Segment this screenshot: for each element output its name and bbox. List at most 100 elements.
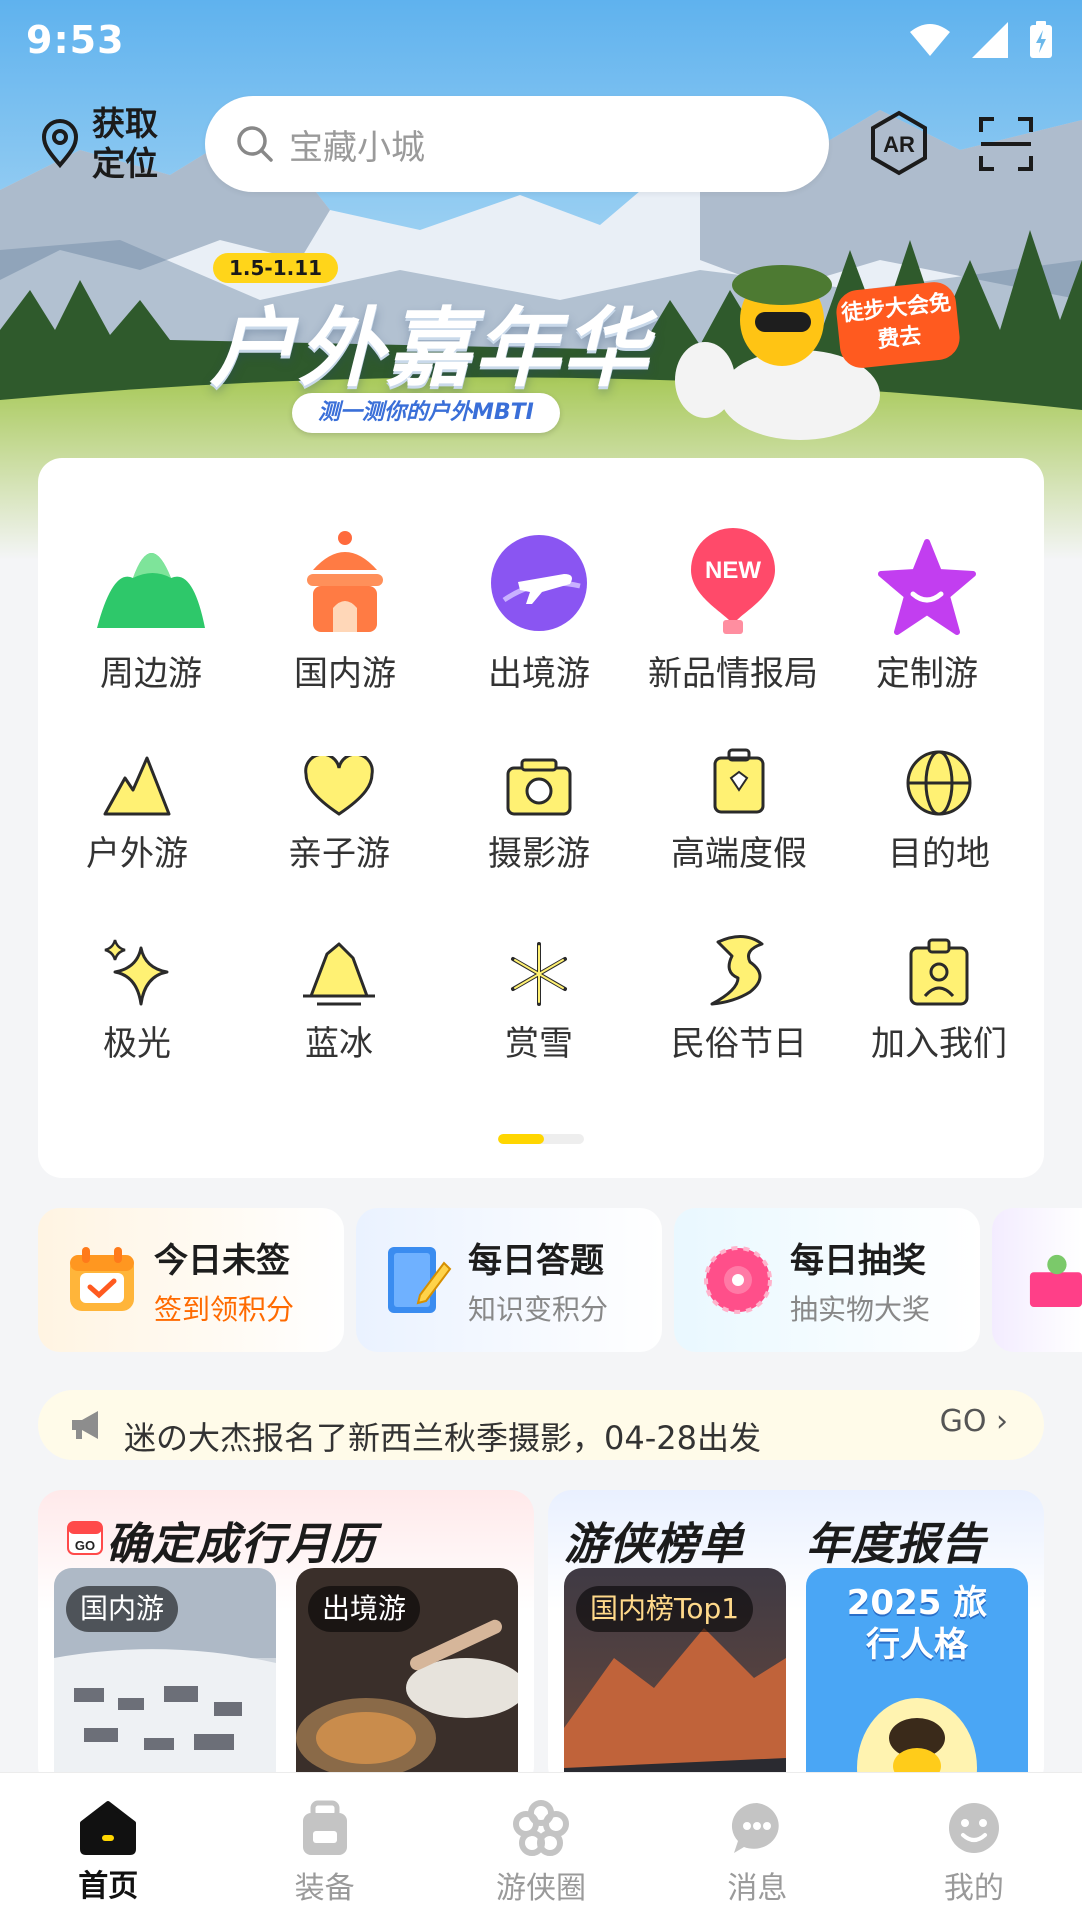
banner-subtitle[interactable]: 测一测你的户外MBTI — [292, 393, 560, 433]
quick-subtitle: 抽实物大奖 — [790, 1292, 931, 1326]
calendar-go-icon: GO — [67, 1521, 103, 1555]
calendar-item-domestic[interactable]: 国内游 — [54, 1568, 276, 1790]
category-label: 摄影游 — [488, 834, 590, 874]
tab-label: 首页 — [78, 1869, 139, 1904]
tab-gear[interactable]: 装备 — [216, 1773, 432, 1922]
rank-top1-item[interactable]: 国内榜Top1 — [564, 1568, 786, 1790]
page-indicator — [498, 1134, 584, 1144]
quick-title: 每日答题 — [468, 1240, 604, 1281]
category-label: 户外游 — [86, 834, 188, 874]
quick-subtitle: 知识变积分 — [468, 1292, 609, 1326]
camera-icon — [506, 758, 572, 816]
category-luxury-vacation[interactable]: 高端度假 — [644, 746, 834, 875]
calendar-card[interactable]: GO 确定成行月历 国内游 出境游 — [38, 1490, 534, 1790]
quick-text: 今日未签 签到领积分 — [154, 1233, 294, 1328]
new-balloon-icon: NEW — [691, 528, 775, 634]
category-label: 高端度假 — [671, 834, 807, 874]
luggage-icon — [713, 748, 765, 814]
status-bar: 9:53 — [0, 0, 1082, 80]
status-icons — [908, 20, 1054, 60]
scan-icon[interactable] — [978, 116, 1034, 172]
category-new-arrivals[interactable]: NEW 新品情报局 — [638, 524, 828, 695]
search-row: 获取定位 宝藏小城 AR — [0, 96, 1082, 196]
tab-messages[interactable]: 消息 — [649, 1773, 865, 1922]
tab-home[interactable]: 首页 — [0, 1773, 216, 1922]
activity-notice[interactable]: 迷の大杰报名了新西兰秋季摄影，04-28出发 GO › — [38, 1390, 1044, 1460]
category-aurora[interactable]: 极光 — [42, 936, 232, 1065]
rank-tag: 国内榜Top1 — [576, 1586, 754, 1632]
quick-daily-lottery[interactable]: 每日抽奖 抽实物大奖 — [674, 1208, 980, 1352]
quick-title: 今日未签 — [154, 1240, 290, 1281]
tab-ranger-circle[interactable]: 游侠圈 — [433, 1773, 649, 1922]
category-outdoor-tour[interactable]: 户外游 — [42, 746, 232, 875]
location-button[interactable]: 获取定位 — [40, 104, 172, 184]
report-art-text: 2025 旅行人格 — [846, 1583, 988, 1665]
annual-report-item[interactable]: 2025 旅行人格 — [806, 1568, 1028, 1790]
category-label: 民俗节日 — [671, 1024, 807, 1064]
quick-daily-quiz[interactable]: 每日答题 知识变积分 — [356, 1208, 662, 1352]
category-custom-tour[interactable]: 定制游 — [832, 524, 1022, 695]
tab-profile[interactable]: 我的 — [866, 1773, 1082, 1922]
star-smile-icon — [878, 539, 976, 635]
category-destination[interactable]: 目的地 — [844, 746, 1034, 875]
iceberg-icon — [303, 942, 375, 1006]
gift-bag-icon — [1029, 1254, 1082, 1307]
snowflake-icon — [511, 942, 567, 1006]
category-join-us[interactable]: 加入我们 — [844, 936, 1034, 1065]
category-photography-tour[interactable]: 摄影游 — [444, 746, 634, 875]
category-label: 定制游 — [876, 654, 978, 694]
location-label: 获取定位 — [92, 104, 158, 183]
category-domestic-tour[interactable]: 国内游 — [250, 524, 440, 695]
category-snow-viewing[interactable]: 赏雪 — [444, 936, 634, 1065]
quick-subtitle: 签到领积分 — [154, 1292, 295, 1326]
category-grid: 周边游 国内游 出境游 NEW 新品情报局 定制游 户外游 亲子游 摄影游 高端… — [38, 458, 1044, 1178]
temple-icon — [307, 531, 383, 632]
category-label: 亲子游 — [288, 834, 390, 874]
search-input[interactable]: 宝藏小城 — [205, 96, 829, 192]
home-icon — [80, 1801, 137, 1855]
rank-card-title: 游侠榜单 — [564, 1519, 744, 1570]
mountain-green-icon — [97, 553, 205, 628]
quick-gift-partial[interactable] — [992, 1208, 1082, 1352]
quick-text: 每日抽奖 抽实物大奖 — [790, 1233, 930, 1328]
location-pin-icon — [41, 119, 79, 169]
bottom-tab-bar: 首页 装备 游侠圈 消息 我的 — [0, 1772, 1082, 1922]
badge-icon — [909, 938, 969, 1006]
category-label: 目的地 — [888, 834, 990, 874]
calendar-card-title: 确定成行月历 — [106, 1519, 376, 1570]
notice-go-button[interactable]: GO › — [940, 1404, 1008, 1439]
notice-go-label: GO — [939, 1404, 987, 1439]
report-card-title: 年度报告 — [806, 1519, 986, 1570]
globe-icon — [906, 750, 972, 816]
category-outbound-tour[interactable]: 出境游 — [444, 524, 634, 695]
quick-sign-in[interactable]: 今日未签 签到领积分 — [38, 1208, 344, 1352]
backpack-icon — [302, 1800, 347, 1855]
category-label: 蓝冰 — [305, 1024, 373, 1064]
svg-text:GO: GO — [75, 1538, 95, 1553]
calendar-item-outbound[interactable]: 出境游 — [296, 1568, 518, 1790]
category-family-tour[interactable]: 亲子游 — [244, 746, 434, 875]
tab-label: 装备 — [294, 1871, 355, 1906]
rank-report-card: 游侠榜单 年度报告 国内榜Top1 2025 旅行人格 — [548, 1490, 1044, 1790]
megaphone-icon — [72, 1411, 98, 1439]
category-folk-festival[interactable]: 民俗节日 — [644, 935, 834, 1065]
ar-icon[interactable]: AR — [866, 110, 932, 176]
search-placeholder: 宝藏小城 — [289, 127, 425, 168]
mountain-yellow-icon — [103, 756, 171, 816]
category-label: 周边游 — [100, 654, 202, 694]
plane-icon — [491, 535, 587, 631]
svg-text:AR: AR — [883, 132, 915, 157]
tab-label: 消息 — [727, 1871, 788, 1906]
chevron-right-icon: › — [986, 1404, 1008, 1439]
category-blue-ice[interactable]: 蓝冰 — [244, 936, 434, 1065]
quick-text: 每日答题 知识变积分 — [468, 1233, 608, 1328]
category-label: 极光 — [103, 1024, 171, 1064]
notebook-pen-icon — [388, 1247, 452, 1313]
category-nearby-tour[interactable]: 周边游 — [56, 524, 246, 695]
smiley-icon — [948, 1803, 999, 1853]
banner-title: 户外嘉年华 — [210, 299, 650, 399]
lottery-wheel-icon — [704, 1246, 772, 1314]
calendar-check-icon — [70, 1247, 134, 1311]
notice-text: 迷の大杰报名了新西兰秋季摄影，04-28出发 — [124, 1419, 761, 1457]
category-label: 加入我们 — [871, 1024, 1007, 1064]
